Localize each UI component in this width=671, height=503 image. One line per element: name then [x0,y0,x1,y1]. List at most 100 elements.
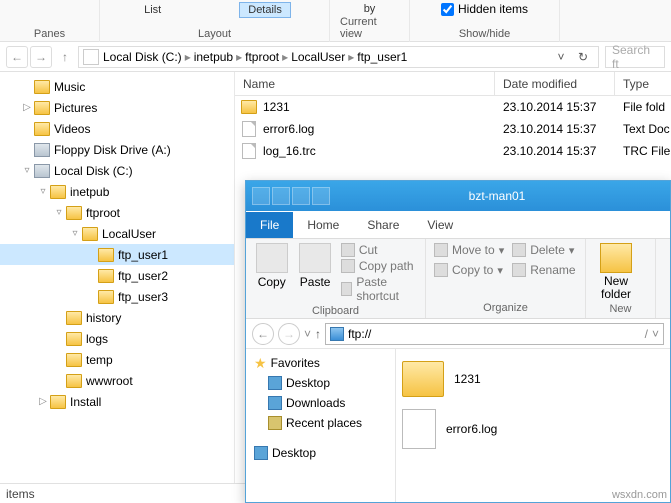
folder-icon [66,332,82,346]
crumb-3[interactable]: LocalUser [291,50,345,64]
copy-button[interactable]: Copy [254,243,289,289]
file-date: 23.10.2014 15:37 [495,144,615,158]
tile-item[interactable]: error6.log [402,405,664,453]
col-date[interactable]: Date modified [495,72,615,95]
tab-share[interactable]: Share [353,212,413,238]
tree-node[interactable]: ▷Install [0,391,234,412]
tree-node[interactable]: ▿LocalUser [0,223,234,244]
folder-icon [98,290,114,304]
win2-tree[interactable]: ★Favorites Desktop Downloads Recent plac… [246,349,396,502]
expand-icon[interactable]: ▿ [36,186,50,197]
tree-label: temp [86,353,113,367]
win2-titlebar[interactable]: bzt-man01 [246,181,670,211]
tree-node[interactable]: Videos [0,118,234,139]
quick-access-toolbar[interactable] [252,187,330,205]
expand-icon[interactable]: ▷ [20,102,34,113]
win2-up-button[interactable]: ↑ [315,327,321,341]
paste-shortcut-button[interactable]: Paste shortcut [341,275,417,303]
delete-button[interactable]: Delete ▾ [512,243,575,257]
win2-title: bzt-man01 [330,189,664,203]
new-folder-button[interactable]: New folder [594,243,638,301]
win2-history-button[interactable]: ˅ [304,327,311,341]
tree-node[interactable]: history [0,307,234,328]
folder-icon [66,311,82,325]
back-button[interactable]: ← [6,46,28,68]
refresh-button[interactable]: ↻ [572,46,594,68]
file-date: 23.10.2014 15:37 [495,100,615,114]
tree-node[interactable]: ftp_user2 [0,265,234,286]
copy-path-button[interactable]: Copy path [341,259,417,273]
tree-node[interactable]: Music [0,76,234,97]
fav-desktop[interactable]: Desktop [246,373,395,393]
folder-icon [241,100,257,114]
tab-home[interactable]: Home [293,212,353,238]
ribbon-top: Panes List Details Layout by Current vie… [0,0,671,42]
folder-tree[interactable]: Music ▷PicturesVideosFloppy Disk Drive (A… [0,72,235,483]
fav-downloads[interactable]: Downloads [246,393,395,413]
qat-icon[interactable] [252,187,270,205]
fav-recent[interactable]: Recent places [246,413,395,433]
breadcrumb[interactable]: Local Disk (C:)▸ inetpub▸ ftproot▸ Local… [78,46,599,68]
history-dropdown[interactable]: ˅ [550,46,572,68]
col-name[interactable]: Name [235,72,495,95]
crumb-0[interactable]: Local Disk (C:) [103,50,182,64]
win2-files[interactable]: 1231 error6.log [396,349,670,502]
tree-node[interactable]: logs [0,328,234,349]
table-row[interactable]: error6.log23.10.2014 15:37Text Doc [235,118,671,140]
crumb-4[interactable]: ftp_user1 [357,50,407,64]
expand-icon[interactable]: ▿ [68,228,82,239]
clipboard-group: Copy Paste Cut Copy path Paste shortcut … [246,239,426,318]
tree-node[interactable]: ▿ftproot [0,202,234,223]
delete-icon [512,243,526,257]
forward-button[interactable]: → [30,46,52,68]
column-headers[interactable]: Name Date modified Type [235,72,671,96]
cut-button[interactable]: Cut [341,243,417,257]
rename-button[interactable]: Rename [512,263,575,277]
tree-node[interactable]: Floppy Disk Drive (A:) [0,139,234,160]
tree-node[interactable]: ftp_user3 [0,286,234,307]
expand-icon[interactable]: ▿ [52,207,66,218]
qat-icon[interactable] [312,187,330,205]
win2-forward-button[interactable]: → [278,323,300,345]
table-row[interactable]: 123123.10.2014 15:37File fold [235,96,671,118]
address-bar: ← → ↑ Local Disk (C:)▸ inetpub▸ ftproot▸… [0,42,671,72]
ftp-icon [330,327,344,341]
list-view-button[interactable]: List [138,3,167,17]
search-input[interactable]: Search ft [605,46,665,68]
tree-node[interactable]: ftp_user1 [0,244,234,265]
tab-view[interactable]: View [413,212,467,238]
tree-node[interactable]: temp [0,349,234,370]
tree-node[interactable]: ▷Pictures [0,97,234,118]
up-button[interactable]: ↑ [54,46,76,68]
expand-icon[interactable]: ▿ [20,165,34,176]
col-type[interactable]: Type [615,72,671,95]
tree-node[interactable]: ▿inetpub [0,181,234,202]
folder-icon [66,206,82,220]
crumb-1[interactable]: inetpub [194,50,233,64]
copyto-button[interactable]: Copy to ▾ [434,263,504,277]
qat-icon[interactable] [292,187,310,205]
tile-item[interactable]: 1231 [402,355,664,403]
expand-icon[interactable]: ▷ [36,396,50,407]
win2-address-input[interactable]: ftp:// / ˅ [325,323,664,345]
qat-icon[interactable] [272,187,290,205]
win2-back-button[interactable]: ← [252,323,274,345]
copyto-icon [434,263,448,277]
tree-label: logs [86,332,108,346]
details-view-button[interactable]: Details [239,2,291,18]
star-icon: ★ [254,355,267,372]
tree-node[interactable]: ▿Local Disk (C:) [0,160,234,181]
table-row[interactable]: log_16.trc23.10.2014 15:37TRC File [235,140,671,162]
hidden-items-checkbox[interactable]: Hidden items [441,2,528,16]
watermark: wsxdn.com [612,489,667,501]
moveto-button[interactable]: Move to ▾ [434,243,504,257]
paste-button[interactable]: Paste [297,243,332,289]
window-2: bzt-man01 File Home Share View Copy Past… [245,180,671,503]
folder-icon [50,185,66,199]
tree-node[interactable]: wwwroot [0,370,234,391]
tree-label: Music [54,80,85,94]
crumb-2[interactable]: ftproot [245,50,279,64]
favorites-header[interactable]: ★Favorites [246,353,395,373]
tab-file[interactable]: File [246,212,293,238]
desktop-root[interactable]: Desktop [246,443,395,463]
